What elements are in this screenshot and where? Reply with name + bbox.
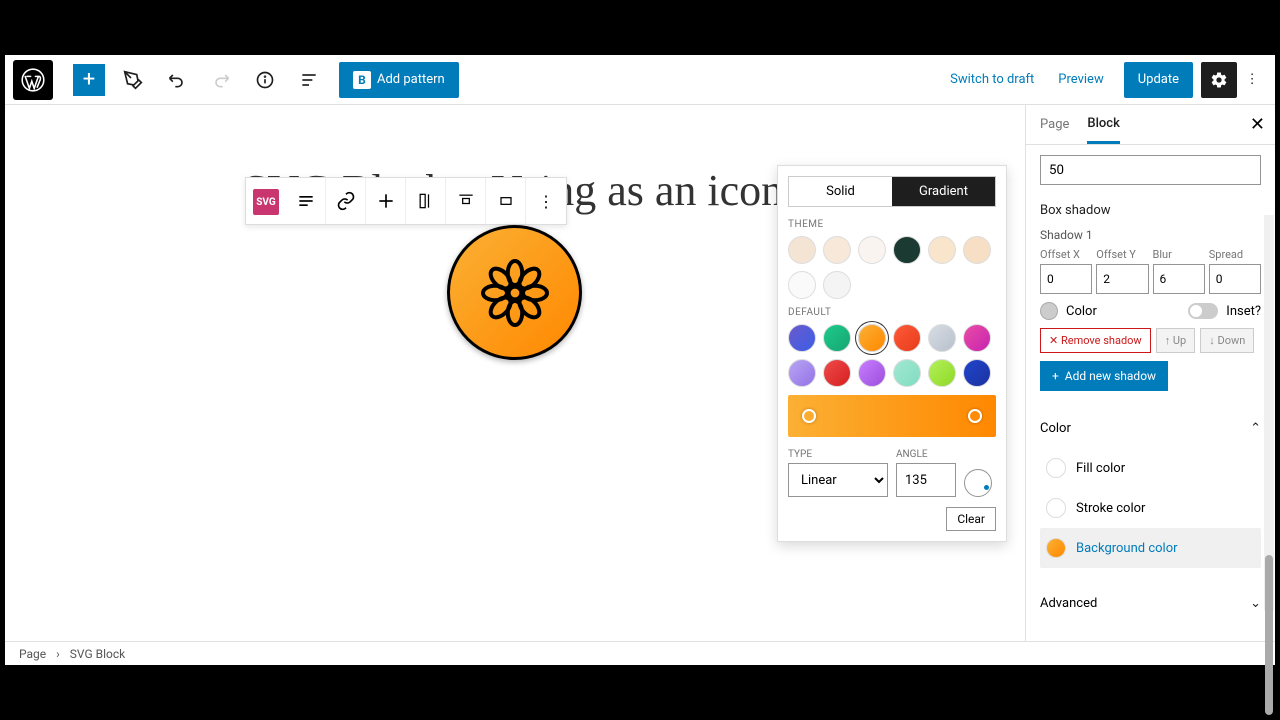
angle-label: ANGLE xyxy=(896,449,956,460)
default-swatch[interactable] xyxy=(823,324,851,352)
scrollbar-vertical[interactable] xyxy=(1264,215,1274,611)
color-section-header[interactable]: Color⌃ xyxy=(1040,409,1261,448)
wordpress-logo[interactable] xyxy=(13,60,53,100)
offset-x-input[interactable] xyxy=(1040,264,1092,294)
theme-swatch[interactable] xyxy=(893,236,921,264)
sidebar-tab-block[interactable]: Block xyxy=(1087,106,1119,144)
default-swatch[interactable] xyxy=(963,324,991,352)
settings-icon[interactable] xyxy=(1201,62,1237,98)
switch-to-draft-button[interactable]: Switch to draft xyxy=(938,72,1046,87)
inset-toggle[interactable] xyxy=(1188,303,1218,319)
gradient-type-select[interactable]: Linear xyxy=(788,463,888,497)
more-block-options-icon[interactable]: ⋮ xyxy=(526,178,566,224)
add-shadow-button[interactable]: + Add new shadow xyxy=(1040,361,1168,391)
editor-canvas: SVG Block – Using as an icon SVG ⋮ xyxy=(5,105,1025,641)
edit-mode-icon[interactable] xyxy=(117,64,149,96)
offset-y-input[interactable] xyxy=(1096,264,1148,294)
update-button[interactable]: Update xyxy=(1124,62,1193,98)
gradient-stop-left[interactable] xyxy=(802,409,816,423)
advanced-section-header[interactable]: Advanced⌄ xyxy=(1040,584,1261,623)
preview-button[interactable]: Preview xyxy=(1046,72,1115,87)
default-swatch[interactable] xyxy=(963,359,991,387)
width-icon[interactable] xyxy=(486,178,526,224)
remove-shadow-button[interactable]: ✕ Remove shadow xyxy=(1040,328,1151,353)
default-swatch[interactable] xyxy=(893,324,921,352)
theme-swatch[interactable] xyxy=(823,271,851,299)
theme-swatch[interactable] xyxy=(963,236,991,264)
link-icon[interactable] xyxy=(326,178,366,224)
default-label: DEFAULT xyxy=(788,307,996,318)
settings-sidebar: Page Block ✕ Box shadow Shadow 1 Offset … xyxy=(1025,105,1275,641)
default-swatches xyxy=(788,324,996,387)
vertical-align-icon[interactable] xyxy=(446,178,486,224)
angle-dial[interactable] xyxy=(964,469,992,497)
more-options-icon[interactable]: ⋮ xyxy=(1237,62,1267,98)
align-icon[interactable] xyxy=(286,178,326,224)
default-swatch[interactable] xyxy=(893,359,921,387)
theme-label: THEME xyxy=(788,219,996,230)
tab-solid[interactable]: Solid xyxy=(789,177,892,206)
outline-icon[interactable] xyxy=(293,64,325,96)
theme-swatches xyxy=(788,236,996,299)
background-color-item[interactable]: Background color xyxy=(1040,528,1261,568)
tab-gradient[interactable]: Gradient xyxy=(892,177,995,206)
shadow-color-label: Color xyxy=(1066,304,1097,319)
offset-x-label: Offset X xyxy=(1040,248,1092,261)
block-type-svg-icon[interactable]: SVG xyxy=(253,189,279,215)
shadow-1-label: Shadow 1 xyxy=(1040,228,1261,242)
justify-icon[interactable] xyxy=(406,178,446,224)
move-up-button[interactable]: ↑ Up xyxy=(1156,328,1196,353)
box-shadow-title: Box shadow xyxy=(1040,203,1261,218)
breadcrumb-bar: Page › SVG Block xyxy=(5,641,1275,665)
top-toolbar: + BAdd pattern Switch to draft Preview U… xyxy=(5,55,1275,105)
default-swatch[interactable] xyxy=(823,359,851,387)
clear-button[interactable]: Clear xyxy=(946,507,996,531)
svg-block-preview[interactable] xyxy=(447,225,582,360)
default-swatch[interactable] xyxy=(788,324,816,352)
shadow-color-swatch[interactable] xyxy=(1040,302,1058,320)
spread-input[interactable] xyxy=(1209,264,1261,294)
add-icon[interactable] xyxy=(366,178,406,224)
move-down-button[interactable]: ↓ Down xyxy=(1200,328,1254,353)
info-icon[interactable] xyxy=(249,64,281,96)
gradient-bar[interactable] xyxy=(788,395,996,437)
theme-swatch[interactable] xyxy=(858,236,886,264)
inset-label: Inset? xyxy=(1226,304,1261,319)
default-swatch[interactable] xyxy=(788,359,816,387)
breadcrumb-page[interactable]: Page xyxy=(19,647,46,661)
default-swatch[interactable] xyxy=(858,324,886,352)
color-picker-popup: Solid Gradient THEME DEFAULT TYPE Linear xyxy=(777,165,1007,542)
block-toolbar: SVG ⋮ xyxy=(245,177,567,225)
blur-input[interactable] xyxy=(1153,264,1205,294)
spread-label: Spread xyxy=(1209,248,1261,261)
breadcrumb-block[interactable]: SVG Block xyxy=(70,647,125,661)
default-swatch[interactable] xyxy=(858,359,886,387)
theme-swatch[interactable] xyxy=(788,271,816,299)
default-swatch[interactable] xyxy=(928,359,956,387)
stroke-color-item[interactable]: Stroke color xyxy=(1040,488,1261,528)
gradient-stop-right[interactable] xyxy=(968,409,982,423)
add-block-button[interactable]: + xyxy=(73,64,105,96)
angle-input[interactable] xyxy=(896,463,956,497)
default-swatch[interactable] xyxy=(928,324,956,352)
type-label: TYPE xyxy=(788,449,888,460)
add-pattern-button[interactable]: BAdd pattern xyxy=(339,62,459,98)
undo-icon[interactable] xyxy=(161,64,193,96)
offset-y-label: Offset Y xyxy=(1096,248,1148,261)
sidebar-tab-page[interactable]: Page xyxy=(1040,107,1069,142)
theme-swatch[interactable] xyxy=(928,236,956,264)
close-sidebar-icon[interactable]: ✕ xyxy=(1250,114,1265,135)
fill-color-item[interactable]: Fill color xyxy=(1040,448,1261,488)
blur-label: Blur xyxy=(1153,248,1205,261)
breadcrumb-separator-icon: › xyxy=(56,647,60,661)
theme-swatch[interactable] xyxy=(823,236,851,264)
theme-swatch[interactable] xyxy=(788,236,816,264)
value-input[interactable] xyxy=(1040,155,1261,185)
redo-icon[interactable] xyxy=(205,64,237,96)
